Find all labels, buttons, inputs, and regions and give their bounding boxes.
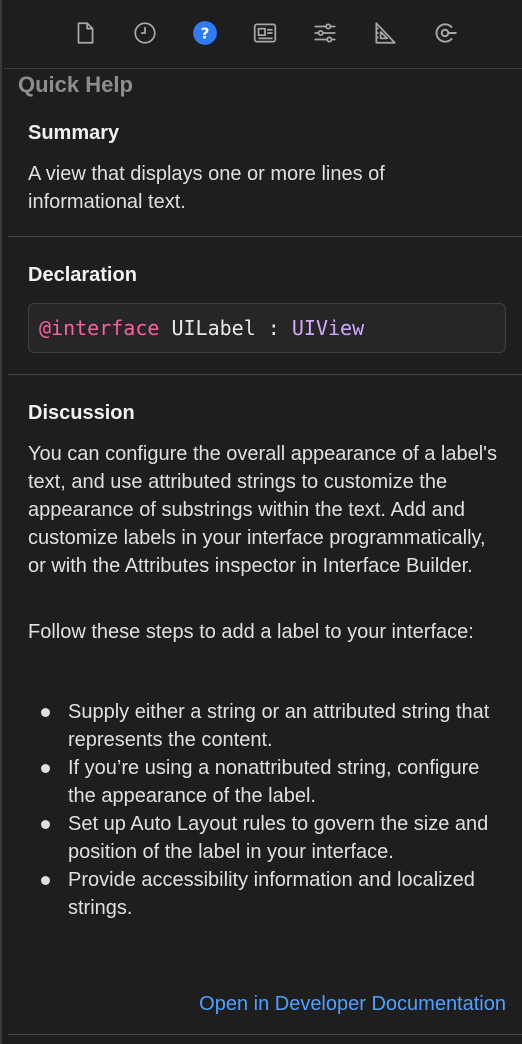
section-divider bbox=[8, 1034, 522, 1035]
identity-card-icon bbox=[253, 23, 277, 43]
discussion-paragraph-2: Follow these steps to add a label to you… bbox=[28, 621, 474, 643]
connections-icon bbox=[435, 23, 457, 43]
tab-history-inspector[interactable] bbox=[130, 18, 160, 48]
list-item-text: Provide accessibility information and lo… bbox=[68, 869, 475, 919]
tab-identity-inspector[interactable] bbox=[250, 18, 280, 48]
bullet-icon bbox=[41, 764, 50, 773]
code-superclass[interactable]: UIView bbox=[292, 316, 364, 340]
summary-text: A view that displays one or more lines o… bbox=[28, 163, 385, 213]
summary-heading: Summary bbox=[28, 122, 120, 144]
tab-size-inspector[interactable] bbox=[370, 18, 400, 48]
list-item: Provide accessibility information and lo… bbox=[28, 866, 508, 922]
quick-help-icon: ? bbox=[193, 21, 217, 45]
declaration-heading: Declaration bbox=[28, 264, 137, 286]
code-class-name: UILabel : bbox=[159, 316, 292, 340]
code-keyword: @interface bbox=[39, 316, 160, 340]
svg-text:?: ? bbox=[201, 24, 210, 42]
attributes-sliders-icon bbox=[314, 23, 336, 43]
bullet-icon bbox=[41, 820, 50, 829]
quick-help-inspector: ? Quick Help Summary A view that display… bbox=[0, 0, 522, 1044]
list-item: Set up Auto Layout rules to govern the s… bbox=[28, 810, 508, 866]
list-item-text: Supply either a string or an attributed … bbox=[68, 701, 490, 751]
bullet-icon bbox=[41, 876, 50, 885]
section-divider bbox=[8, 236, 522, 237]
bullet-icon bbox=[41, 708, 50, 717]
discussion-paragraph-1: You can configure the overall appearance… bbox=[28, 443, 497, 577]
history-clock-icon bbox=[134, 22, 156, 44]
declaration-code[interactable]: @interface UILabel : UIView bbox=[28, 303, 506, 353]
file-icon bbox=[77, 22, 94, 44]
list-item: If you’re using a nonattributed string, … bbox=[28, 754, 508, 810]
discussion-heading: Discussion bbox=[28, 402, 135, 424]
list-item-text: Set up Auto Layout rules to govern the s… bbox=[68, 813, 489, 863]
open-in-developer-documentation-link[interactable]: Open in Developer Documentation bbox=[199, 990, 506, 1018]
size-ruler-icon bbox=[375, 22, 396, 44]
tab-quick-help-inspector[interactable]: ? bbox=[190, 18, 220, 48]
quick-help-title: Quick Help bbox=[18, 72, 133, 97]
discussion-steps-list: Supply either a string or an attributed … bbox=[28, 698, 508, 922]
inspector-tab-bar: ? bbox=[4, 0, 522, 69]
tab-file-inspector[interactable] bbox=[70, 18, 100, 48]
tab-attributes-inspector[interactable] bbox=[310, 18, 340, 48]
tab-connections-inspector[interactable] bbox=[430, 18, 460, 48]
section-divider bbox=[8, 374, 522, 375]
list-item: Supply either a string or an attributed … bbox=[28, 698, 508, 754]
list-item-text: If you’re using a nonattributed string, … bbox=[68, 757, 480, 807]
